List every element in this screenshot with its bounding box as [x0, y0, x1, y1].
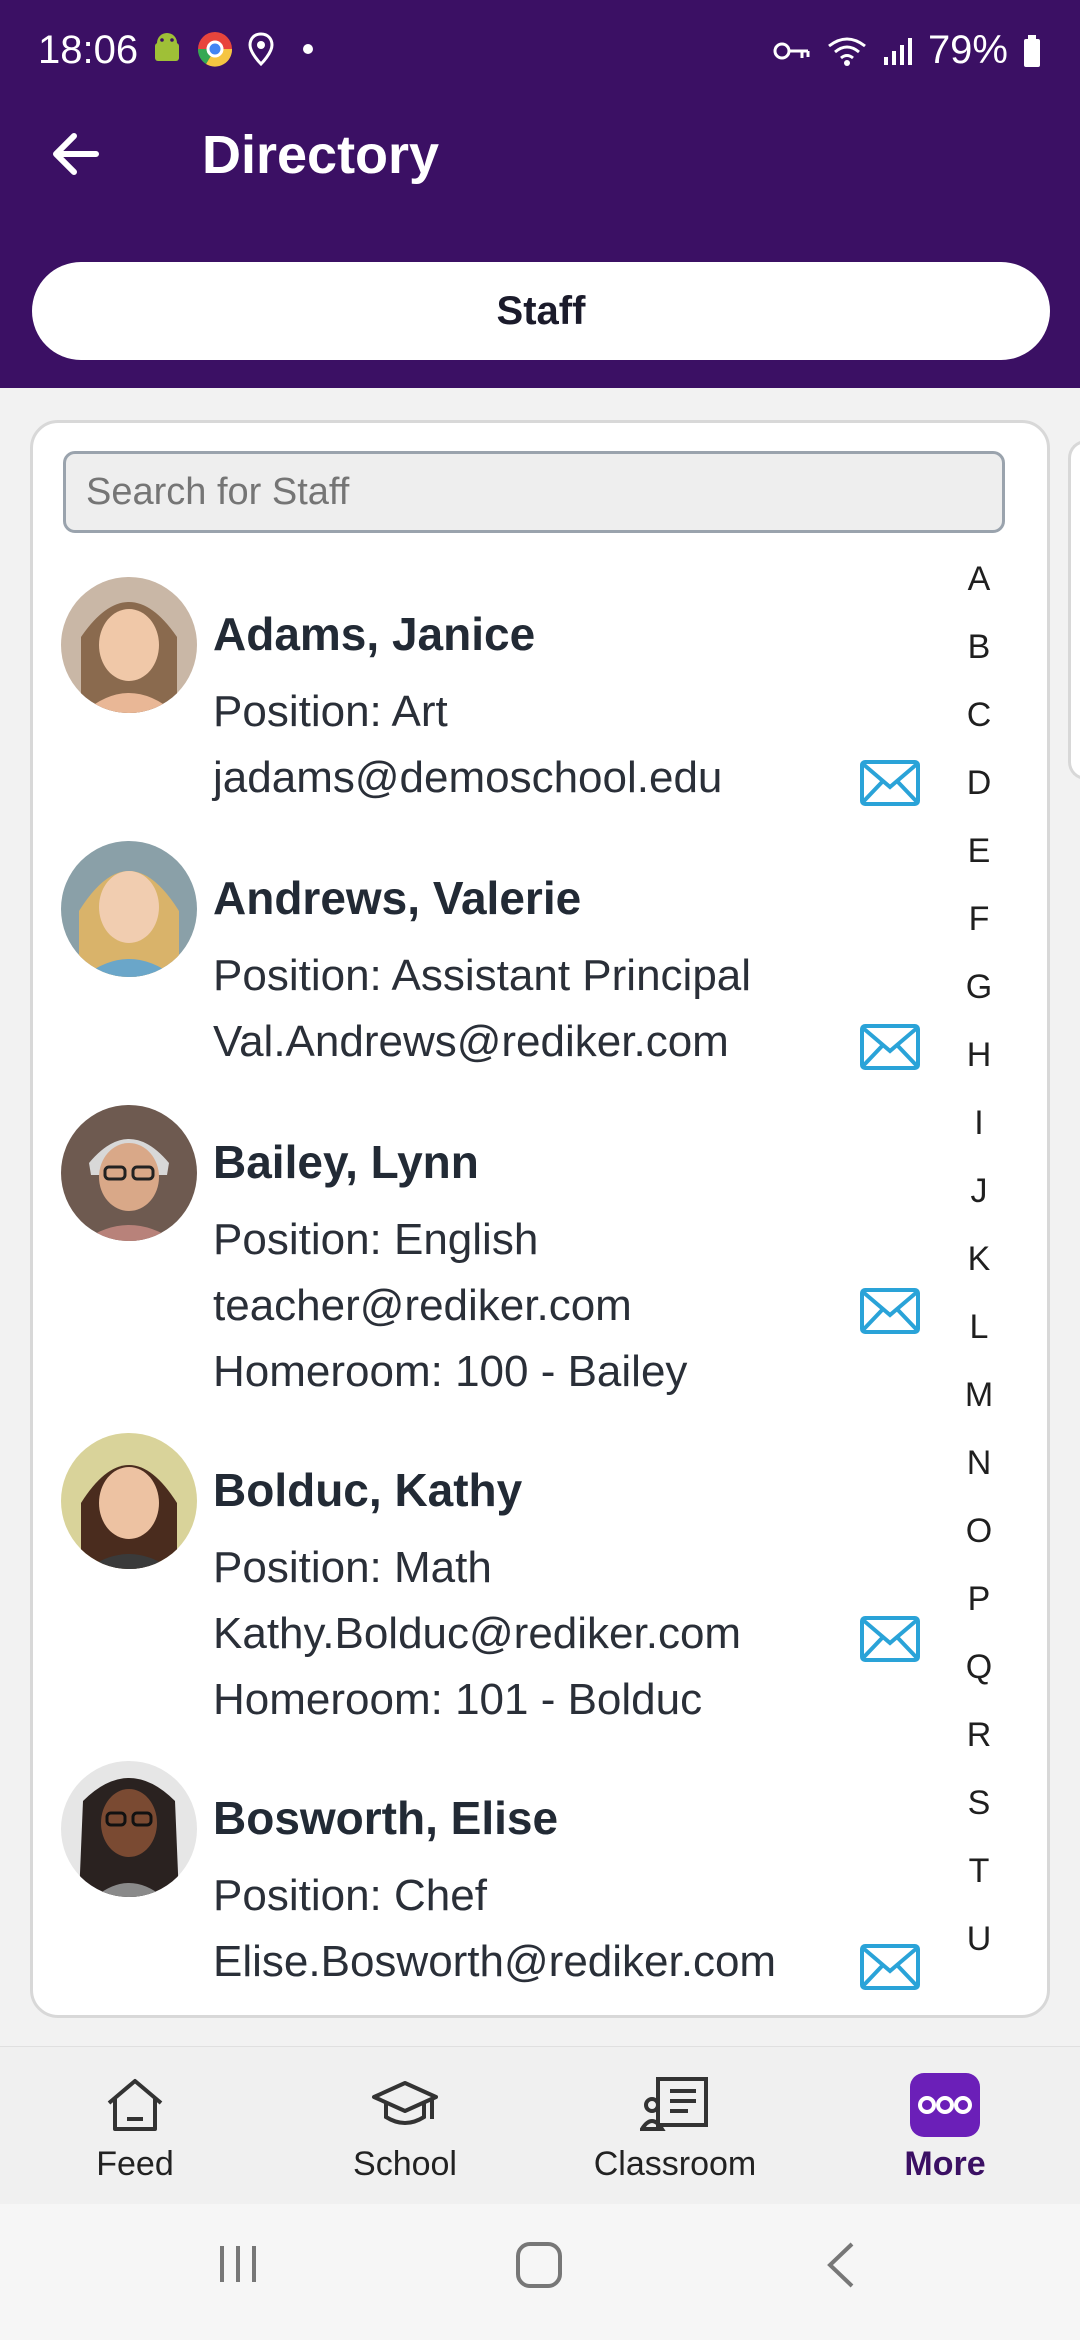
tab-more[interactable]: More — [810, 2047, 1080, 2205]
alpha-index-letter[interactable]: T — [969, 1837, 990, 1905]
system-nav-bar — [0, 2204, 1080, 2340]
alpha-index-letter[interactable]: E — [968, 817, 991, 885]
avatar — [61, 841, 197, 977]
alpha-index-letter[interactable]: K — [968, 1225, 991, 1293]
alphabet-index[interactable]: A B C D E F G H I J K L M N O P Q R S T … — [951, 545, 1007, 1973]
alpha-index-letter[interactable]: C — [967, 681, 992, 749]
tab-label: Classroom — [593, 2145, 757, 2183]
more-dots-icon — [909, 2073, 981, 2137]
signal-icon — [883, 37, 912, 65]
tab-classroom[interactable]: Classroom — [540, 2047, 810, 2205]
home-button[interactable] — [514, 2240, 564, 2290]
alpha-index-letter[interactable]: J — [971, 1157, 988, 1225]
avatar — [61, 1761, 197, 1897]
staff-position: Position: Chef — [213, 1871, 487, 1920]
staff-name: Adams, Janice — [213, 608, 536, 660]
next-card-edge — [1068, 440, 1080, 780]
status-bar: 18:06 79% — [0, 0, 1080, 104]
back-nav-button[interactable] — [820, 2240, 864, 2290]
alpha-index-letter[interactable]: S — [968, 1769, 991, 1837]
page-title: Directory — [202, 125, 440, 185]
android-icon — [155, 33, 179, 61]
mail-icon[interactable] — [859, 759, 921, 807]
tab-feed[interactable]: Feed — [0, 2047, 270, 2205]
tab-label: More — [904, 2145, 986, 2183]
staff-position: Position: English — [213, 1215, 539, 1264]
notification-icons — [152, 30, 318, 68]
staff-email[interactable]: teacher@rediker.com — [213, 1281, 632, 1331]
wifi-icon — [828, 37, 866, 66]
alpha-index-letter[interactable]: N — [967, 1429, 992, 1497]
arrow-left-icon — [53, 133, 99, 175]
staff-email[interactable]: jadams@demoschool.edu — [213, 753, 722, 803]
staff-homeroom: Homeroom: 100 - Bailey — [213, 1347, 688, 1396]
staff-list-item[interactable]: Bailey, Lynn Position: English teacher@r… — [33, 1105, 933, 1411]
avatar — [61, 577, 197, 713]
staff-position: Position: Assistant Principal — [213, 951, 752, 1000]
staff-list-item[interactable]: Bolduc, Kathy Position: Math Kathy.Boldu… — [33, 1433, 933, 1739]
staff-position: Position: Math — [213, 1543, 492, 1592]
staff-homeroom: Homeroom: 101 - Bolduc — [213, 1675, 703, 1724]
alpha-index-letter[interactable]: D — [967, 749, 992, 817]
staff-name: Bailey, Lynn — [213, 1136, 479, 1188]
alpha-index-letter[interactable]: G — [966, 953, 992, 1021]
staff-email[interactable]: Val.Andrews@rediker.com — [213, 1017, 729, 1067]
dot-icon — [303, 44, 313, 54]
avatar — [61, 1433, 197, 1569]
alpha-index-letter[interactable]: F — [969, 885, 990, 953]
staff-list-item[interactable]: Adams, Janice Position: Art jadams@demos… — [33, 577, 933, 817]
key-icon — [773, 42, 810, 59]
alpha-index-letter[interactable]: Q — [966, 1633, 992, 1701]
alpha-index-letter[interactable]: O — [966, 1497, 992, 1565]
alpha-index-letter[interactable]: L — [970, 1293, 989, 1361]
alpha-index-letter[interactable]: I — [974, 1089, 983, 1157]
mail-icon[interactable] — [859, 1023, 921, 1071]
staff-email[interactable]: Kathy.Bolduc@rediker.com — [213, 1609, 741, 1659]
location-icon — [248, 32, 274, 66]
tab-label: School — [353, 2145, 457, 2183]
graduation-cap-icon — [369, 2073, 441, 2137]
alpha-index-letter[interactable]: P — [968, 1565, 991, 1633]
system-indicators: 79% — [772, 28, 1042, 73]
mail-icon[interactable] — [859, 1943, 921, 1991]
staff-list-item[interactable]: Andrews, Valerie Position: Assistant Pri… — [33, 841, 933, 1081]
battery-percent: 79% — [927, 28, 1008, 72]
alpha-index-letter[interactable]: A — [968, 545, 991, 613]
staff-filter-button[interactable]: Staff — [32, 262, 1050, 360]
staff-list-item[interactable]: Bosworth, Elise Position: Chef Elise.Bos… — [33, 1761, 933, 2001]
mail-icon[interactable] — [859, 1615, 921, 1663]
home-icon — [99, 2073, 171, 2137]
recent-apps-button[interactable] — [214, 2240, 262, 2288]
tab-label: Feed — [96, 2145, 174, 2183]
alpha-index-letter[interactable]: R — [967, 1701, 992, 1769]
staff-name: Andrews, Valerie — [213, 872, 582, 924]
tab-school[interactable]: School — [270, 2047, 540, 2205]
chrome-icon — [197, 32, 233, 67]
search-input[interactable] — [63, 451, 1005, 533]
staff-email[interactable]: Elise.Bosworth@rediker.com — [213, 1937, 776, 1987]
avatar — [61, 1105, 197, 1241]
battery-icon — [1024, 34, 1040, 67]
alpha-index-letter[interactable]: U — [967, 1905, 992, 1973]
status-time: 18:06 — [38, 28, 139, 72]
staff-position: Position: Art — [213, 687, 448, 736]
alpha-index-letter[interactable]: M — [965, 1361, 993, 1429]
bottom-tab-bar: Feed School Classroom More — [0, 2046, 1080, 2204]
staff-name: Bolduc, Kathy — [213, 1464, 523, 1516]
alpha-index-letter[interactable]: H — [967, 1021, 992, 1089]
alpha-index-letter[interactable]: B — [968, 613, 991, 681]
app-header: 18:06 79% Directory Staff — [0, 0, 1080, 388]
staff-directory-card: Adams, Janice Position: Art jadams@demos… — [30, 420, 1050, 2018]
back-button[interactable] — [44, 122, 108, 186]
presentation-icon — [639, 2073, 711, 2137]
mail-icon[interactable] — [859, 1287, 921, 1335]
staff-name: Bosworth, Elise — [213, 1792, 559, 1844]
